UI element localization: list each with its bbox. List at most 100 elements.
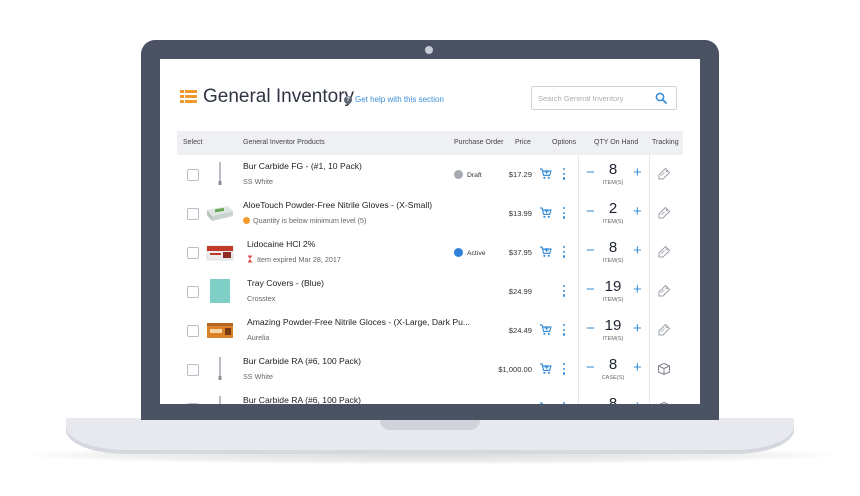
price: $13.99	[508, 209, 532, 218]
quantity-unit: ITEM(S)	[602, 219, 624, 225]
col-purchase-order: Purchase Order	[454, 139, 504, 146]
increment-button[interactable]: +	[633, 399, 642, 404]
tag-icon[interactable]	[657, 323, 671, 337]
col-products: General Inventor Products	[243, 139, 325, 146]
quantity-unit: ITEM(S)	[602, 180, 624, 186]
increment-button[interactable]: +	[633, 243, 642, 258]
quantity-stepper: − 8 +	[578, 389, 650, 404]
product-thumbnail	[206, 239, 234, 265]
help-link[interactable]: Get help with this section	[355, 95, 444, 104]
row-checkbox[interactable]	[187, 364, 199, 376]
row-checkbox[interactable]	[187, 325, 199, 337]
table-header: Select General Inventor Products Purchas…	[177, 131, 683, 155]
increment-button[interactable]: +	[633, 321, 642, 336]
product-thumbnail	[206, 278, 234, 304]
price: $1,000.00	[498, 365, 532, 374]
row-checkbox[interactable]	[187, 208, 199, 220]
row-checkbox[interactable]	[187, 403, 199, 404]
decrement-button[interactable]: −	[586, 399, 595, 404]
tag-icon[interactable]	[657, 284, 671, 298]
product-thumbnail	[206, 200, 234, 226]
tag-icon[interactable]	[657, 245, 671, 259]
quantity-unit: ITEM(S)	[602, 336, 624, 342]
decrement-button[interactable]: −	[586, 282, 595, 297]
add-to-cart-icon[interactable]	[539, 362, 552, 375]
increment-button[interactable]: +	[633, 282, 642, 297]
table-row[interactable]: Bur Carbide RA (#6, 100 Pack) SS White $1,…	[177, 350, 683, 390]
more-options-icon[interactable]	[562, 402, 566, 404]
more-options-icon[interactable]	[562, 363, 566, 375]
row-checkbox[interactable]	[187, 247, 199, 259]
more-options-icon[interactable]	[562, 246, 566, 258]
price: $17.29	[508, 170, 532, 179]
table-row[interactable]: Tray Covers - (Blue) Crosstex $24.99 −19 ITE…	[177, 272, 683, 312]
price: $37.95	[508, 248, 532, 257]
add-to-cart-icon[interactable]	[539, 323, 552, 336]
add-to-cart-icon[interactable]	[539, 167, 552, 180]
quantity-value: 8	[608, 239, 618, 256]
search-box[interactable]	[531, 86, 677, 110]
product-subtitle: SS White	[243, 177, 273, 186]
quantity-value: 19	[604, 317, 622, 334]
status-badge: Draft	[454, 170, 482, 179]
decrement-button[interactable]: −	[586, 243, 595, 258]
tag-icon[interactable]	[657, 167, 671, 181]
quantity-unit: ITEM(S)	[602, 258, 624, 264]
more-options-icon[interactable]	[562, 207, 566, 219]
search-icon[interactable]	[655, 92, 667, 104]
decrement-button[interactable]: −	[586, 165, 595, 180]
list-icon	[180, 90, 197, 103]
quantity-stepper: −8 ITEM(S) +	[578, 233, 650, 272]
more-options-icon[interactable]	[562, 285, 566, 297]
question-icon[interactable]: ?	[344, 96, 352, 104]
product-thumbnail	[206, 395, 234, 404]
quantity-value: 8	[608, 356, 618, 373]
table-row[interactable]: Bur Carbide FG - (#1, 10 Pack) SS White Dr…	[177, 155, 683, 195]
increment-button[interactable]: +	[633, 165, 642, 180]
table-row[interactable]: Amazing Powder-Free Nitrile Gloces - (X-…	[177, 311, 683, 351]
table-row[interactable]: AloeTouch Powder-Free Nitrile Gloves - (…	[177, 194, 683, 234]
increment-button[interactable]: +	[633, 360, 642, 375]
row-checkbox[interactable]	[187, 169, 199, 181]
decrement-button[interactable]: −	[586, 360, 595, 375]
box-icon[interactable]	[657, 362, 671, 376]
app-screen: General Inventory ? Get help with this s…	[160, 59, 700, 404]
box-icon[interactable]	[657, 401, 671, 404]
product-name[interactable]: AloeTouch Powder-Free Nitrile Gloves - (…	[243, 200, 432, 210]
laptop-lid: General Inventory ? Get help with this s…	[141, 40, 719, 420]
quantity-unit: CASE(S)	[601, 375, 625, 381]
table-row[interactable]: Bur Carbide RA (#6, 100 Pack) − 8 +	[177, 389, 683, 404]
add-to-cart-icon[interactable]	[539, 206, 552, 219]
col-options: Options	[552, 139, 577, 146]
product-name[interactable]: Tray Covers - (Blue)	[247, 278, 324, 288]
product-subtitle: Quantity is below minimum level (5)	[243, 216, 366, 225]
search-input[interactable]	[538, 91, 648, 105]
product-name[interactable]: Bur Carbide RA (#6, 100 Pack)	[243, 356, 361, 366]
col-tracking: Tracking	[652, 139, 679, 146]
product-name[interactable]: Bur Carbide RA (#6, 100 Pack)	[243, 395, 361, 404]
status-badge: Active	[454, 248, 486, 257]
table-row[interactable]: Lidocaine HCl 2% Item expired Mar 28, 201…	[177, 233, 683, 273]
product-name[interactable]: Amazing Powder-Free Nitrile Gloces - (X-…	[247, 317, 470, 327]
increment-button[interactable]: +	[633, 204, 642, 219]
decrement-button[interactable]: −	[586, 321, 595, 336]
quantity-stepper: −2 ITEM(S) +	[578, 194, 650, 233]
product-name[interactable]: Lidocaine HCl 2%	[247, 239, 315, 249]
add-to-cart-icon[interactable]	[539, 245, 552, 258]
quantity-value: 8	[608, 395, 618, 405]
col-qty: QTY On Hand	[594, 139, 639, 146]
decrement-button[interactable]: −	[586, 204, 595, 219]
more-options-icon[interactable]	[562, 324, 566, 336]
product-subtitle: SS White	[243, 372, 273, 381]
add-to-cart-icon[interactable]	[539, 401, 552, 404]
row-checkbox[interactable]	[187, 286, 199, 298]
tag-icon[interactable]	[657, 206, 671, 220]
more-options-icon[interactable]	[562, 168, 566, 180]
quantity-stepper: −19 ITEM(S) +	[578, 311, 650, 350]
price: $24.99	[508, 287, 532, 296]
quantity-stepper: −19 ITEM(S) +	[578, 272, 650, 311]
product-thumbnail	[206, 161, 234, 187]
product-name[interactable]: Bur Carbide FG - (#1, 10 Pack)	[243, 161, 362, 171]
product-subtitle: Crosstex	[247, 294, 276, 303]
page-title: General Inventory	[203, 86, 355, 107]
